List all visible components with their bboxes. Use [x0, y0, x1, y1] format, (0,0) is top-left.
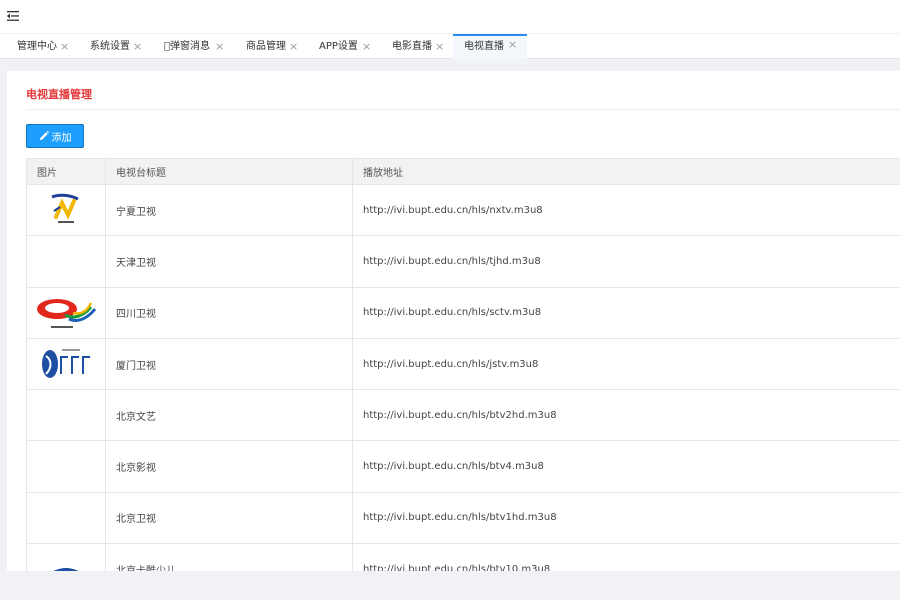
- channel-title: 宁夏卫视: [105, 183, 353, 237]
- close-icon[interactable]: ×: [215, 34, 224, 59]
- table-row: 北京卫视 http://ivi.bupt.edu.cn/hls/btv1hd.m…: [26, 491, 900, 545]
- channel-url: http://ivi.bupt.edu.cn/hls/sctv.m3u8: [352, 286, 900, 339]
- tab-label: APP设置: [319, 41, 358, 52]
- channel-logo-cell: [26, 389, 106, 442]
- channel-logo-cell: [26, 235, 106, 288]
- table-row: 厦门卫视 http://ivi.bupt.edu.cn/hls/jstv.m3u…: [26, 337, 900, 391]
- tab-label: 商品管理: [246, 41, 286, 52]
- page-title: 电视直播管理: [26, 88, 92, 101]
- channel-url: http://ivi.bupt.edu.cn/hls/btv4.m3u8: [352, 440, 900, 493]
- channel-title: 北京影视: [105, 440, 353, 493]
- channel-logo-cell: [26, 337, 106, 391]
- channel-url: http://ivi.bupt.edu.cn/hls/btv2hd.m3u8: [352, 389, 900, 442]
- add-button[interactable]: 添加: [26, 124, 84, 148]
- table-row: 天津卫视 http://ivi.bupt.edu.cn/hls/tjhd.m3u…: [26, 235, 900, 288]
- channel-title: 四川卫视: [105, 286, 353, 339]
- tab-app-settings[interactable]: APP设置 ×: [302, 34, 375, 59]
- channel-logo-cell: [26, 286, 106, 339]
- close-icon[interactable]: ×: [435, 34, 444, 59]
- top-header: [0, 0, 900, 33]
- close-icon[interactable]: ×: [362, 34, 371, 59]
- add-button-label: 添加: [51, 132, 72, 144]
- table-row: 北京文艺 http://ivi.bupt.edu.cn/hls/btv2hd.m…: [26, 389, 900, 442]
- col-header-image: 图片: [26, 158, 106, 185]
- tab-label: 􀀀弹窗消息: [164, 41, 211, 52]
- ningxia-tv-logo: [51, 193, 79, 224]
- tab-admin-center[interactable]: 管理中心 ×: [0, 34, 73, 59]
- close-icon[interactable]: ×: [508, 34, 517, 55]
- tab-tv-live[interactable]: 电视直播 ×: [453, 34, 527, 59]
- table-header-row: 图片 电视台标题 播放地址: [26, 158, 900, 185]
- channel-url: http://ivi.bupt.edu.cn/hls/tjhd.m3u8: [352, 235, 900, 288]
- tab-label: 系统设置: [90, 41, 130, 52]
- channel-url: http://ivi.bupt.edu.cn/hls/btv10.m3u8: [352, 543, 900, 571]
- footer-band: [0, 571, 900, 600]
- channel-url: http://ivi.bupt.edu.cn/hls/nxtv.m3u8: [352, 183, 900, 237]
- tab-label: 电影直播: [392, 41, 432, 52]
- tv-channel-table: 图片 电视台标题 播放地址 宁夏卫视 http://ivi.bupt.edu.c…: [26, 158, 900, 571]
- channel-logo-cell: KAKU: [26, 543, 106, 571]
- xiamen-tv-logo: [42, 349, 90, 379]
- content-panel: 电视直播管理 添加 图片 电视台标题 播放地址 宁夏卫视 http://ivi.…: [7, 71, 900, 571]
- tab-movie-live[interactable]: 电影直播 ×: [375, 34, 453, 59]
- kaku-logo: KAKU: [54, 568, 78, 571]
- channel-logo-cell: [26, 440, 106, 493]
- channel-logo-cell: [26, 183, 106, 237]
- channel-title: 天津卫视: [105, 235, 353, 288]
- channel-title: 北京卫视: [105, 491, 353, 545]
- menu-fold-icon[interactable]: [7, 10, 19, 22]
- tab-system-settings[interactable]: 系统设置 ×: [73, 34, 147, 59]
- tab-goods-management[interactable]: 商品管理 ×: [229, 34, 302, 59]
- channel-title: 北京卡酷少儿: [105, 543, 353, 571]
- edit-icon: [39, 131, 49, 140]
- table-row: 北京影视 http://ivi.bupt.edu.cn/hls/btv4.m3u…: [26, 440, 900, 493]
- tab-popup-messages[interactable]: 􀀀弹窗消息 ×: [147, 34, 229, 59]
- channel-url: http://ivi.bupt.edu.cn/hls/jstv.m3u8: [352, 337, 900, 391]
- title-divider: [26, 109, 900, 110]
- col-header-title: 电视台标题: [105, 158, 353, 185]
- col-header-url: 播放地址: [352, 158, 900, 185]
- close-icon[interactable]: ×: [289, 34, 298, 59]
- channel-logo-cell: [26, 491, 106, 545]
- channel-title: 北京文艺: [105, 389, 353, 442]
- table-row: 四川卫视 http://ivi.bupt.edu.cn/hls/sctv.m3u…: [26, 286, 900, 339]
- close-icon[interactable]: ×: [133, 34, 142, 59]
- tab-label: 管理中心: [17, 41, 57, 52]
- table-row: 宁夏卫视 http://ivi.bupt.edu.cn/hls/nxtv.m3u…: [26, 183, 900, 237]
- close-icon[interactable]: ×: [60, 34, 69, 59]
- table-row: KAKU 北京卡酷少儿 http://ivi.bupt.edu.cn/hls/b…: [26, 543, 900, 571]
- channel-url: http://ivi.bupt.edu.cn/hls/btv1hd.m3u8: [352, 491, 900, 545]
- tab-bar: 管理中心 × 系统设置 × 􀀀弹窗消息 × 商品管理 × APP设置 × 电影直…: [0, 33, 900, 59]
- channel-title: 厦门卫视: [105, 337, 353, 391]
- tab-label: 电视直播: [464, 41, 504, 52]
- sichuan-tv-logo: [37, 298, 97, 328]
